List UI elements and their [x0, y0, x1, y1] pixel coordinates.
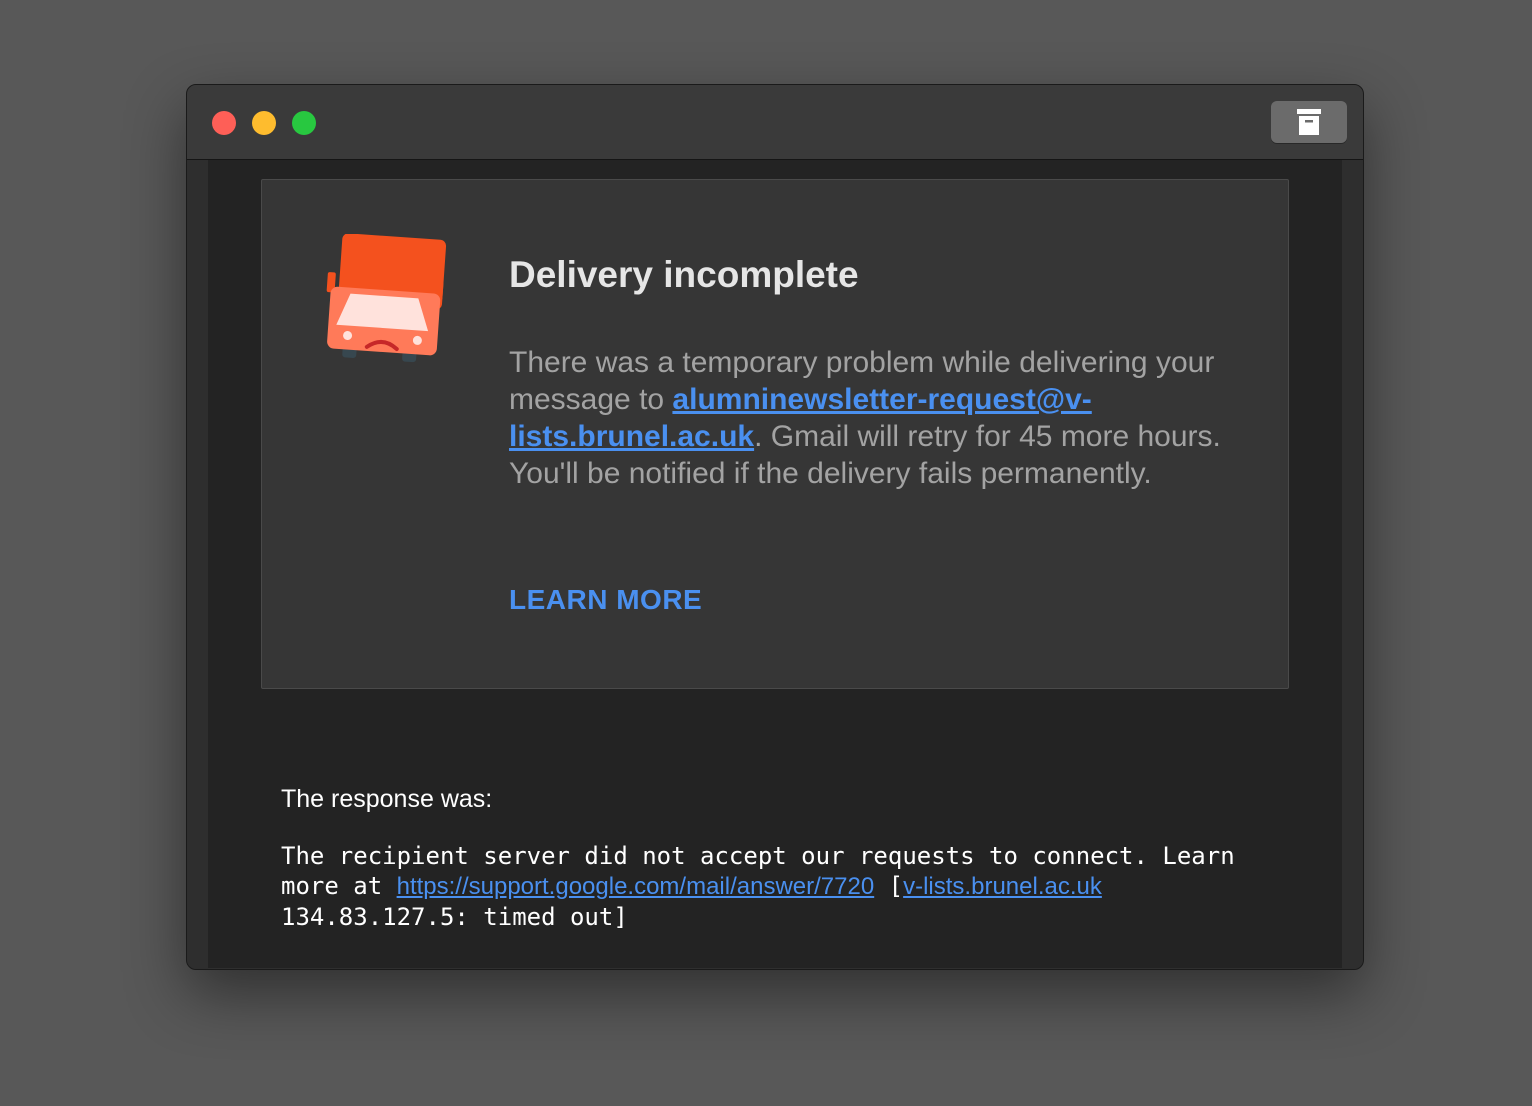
- card-title: Delivery incomplete: [509, 254, 859, 295]
- sad-truck-icon: [326, 234, 447, 363]
- zoom-button[interactable]: [292, 111, 316, 135]
- archive-button[interactable]: [1271, 101, 1347, 143]
- host-link[interactable]: v-lists.brunel.ac.uk: [903, 873, 1102, 900]
- response-text-bracket: [: [874, 872, 904, 900]
- message-window: Delivery incomplete There was a temporar…: [186, 84, 1364, 970]
- right-gutter: [1342, 160, 1363, 969]
- close-button[interactable]: [212, 111, 236, 135]
- support-link[interactable]: https://support.google.com/mail/answer/7…: [397, 873, 875, 900]
- response-label: The response was:: [281, 785, 493, 813]
- card-body: There was a temporary problem while deli…: [509, 344, 1229, 492]
- archive-icon: [1297, 109, 1321, 135]
- response-text-end: 134.83.127.5: timed out]: [281, 903, 628, 931]
- minimize-button[interactable]: [252, 111, 276, 135]
- title-bar[interactable]: [187, 85, 1363, 160]
- left-gutter: [187, 160, 208, 969]
- response-text: The recipient server did not accept our …: [281, 841, 1241, 932]
- learn-more-link[interactable]: LEARN MORE: [509, 584, 702, 616]
- delivery-status-card: Delivery incomplete There was a temporar…: [261, 179, 1289, 689]
